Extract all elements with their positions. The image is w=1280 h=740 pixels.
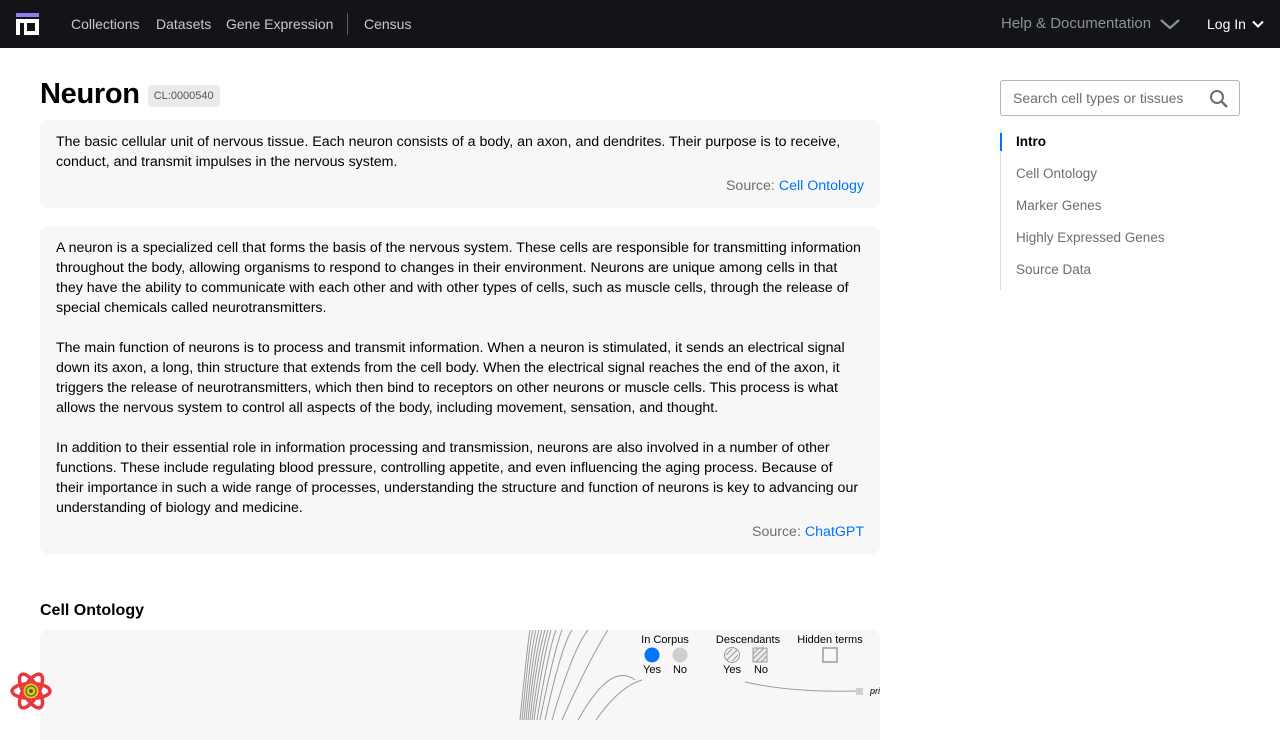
gpt-description-paragraph: In addition to their essential role in i… [56,440,859,516]
chatgpt-source-link[interactable]: ChatGPT [805,524,864,540]
toc-item-intro[interactable]: Intro [1000,130,1200,162]
legend-no-label: No [673,664,687,676]
legend-in-corpus: In Corpus Yes No [641,634,689,676]
hidden-terms-marker [822,647,838,663]
in-corpus-no-marker [672,647,688,663]
nav-link-collections[interactable]: Collections [71,0,139,48]
ontology-description-card: The basic cellular unit of nervous tissu… [40,120,880,208]
help-documentation-label: Help & Documentation [1001,15,1152,32]
nav-divider [347,13,348,35]
toc-item-highly-expressed-genes[interactable]: Highly Expressed Genes [1001,226,1200,258]
search-icon[interactable] [1209,89,1229,109]
legend-hidden-terms: Hidden terms [797,634,863,663]
cell-ontology-source-link[interactable]: Cell Ontology [779,178,864,194]
help-documentation-menu[interactable]: Help & Documentation [1001,0,1181,48]
legend-descendants-title: Descendants [716,634,781,646]
ontology-source: Source: Cell Ontology [56,176,864,196]
nav-link-datasets[interactable]: Datasets [156,0,211,48]
cell-ontology-tree-panel[interactable]: In Corpus Yes No Descendants Yes No Hidd… [40,630,880,740]
table-of-contents: Intro Cell Ontology Marker Genes Highly … [1000,130,1200,290]
gpt-description-card: A neuron is a specialized cell that form… [40,226,880,554]
ontology-node-label[interactable]: pri [869,686,880,696]
react-query-devtools-icon[interactable] [10,670,52,712]
legend-hidden-terms-title: Hidden terms [797,634,863,646]
toc-item-source-data[interactable]: Source Data [1001,258,1200,290]
source-label: Source: [725,178,775,194]
ontology-node-marker[interactable] [856,688,863,695]
search-input[interactable] [1013,81,1203,115]
cell-ontology-id-badge: CL:0000540 [147,84,220,107]
ontology-description-text: The basic cellular unit of nervous tissu… [56,134,841,170]
login-menu[interactable]: Log In [1207,0,1264,48]
toc-item-cell-ontology[interactable]: Cell Ontology [1001,162,1200,194]
nav-link-census[interactable]: Census [364,0,411,48]
ontology-tree-canvas[interactable]: In Corpus Yes No Descendants Yes No Hidd… [40,630,880,740]
source-label: Source: [752,524,801,540]
chevron-down-icon [1252,20,1264,28]
legend-yes-label: Yes [643,664,661,676]
chevron-down-icon [1160,19,1180,30]
cell-type-search [1000,80,1240,116]
login-label: Log In [1207,16,1246,32]
page-title: Neuron [40,78,140,110]
legend-in-corpus-title: In Corpus [641,634,689,646]
legend-no-label: No [754,664,768,676]
legend-yes-label: Yes [723,664,741,676]
gpt-description-paragraph: The main function of neurons is to proce… [56,340,845,416]
nav-link-gene-expression[interactable]: Gene Expression [226,0,333,48]
page-header: Neuron CL:0000540 [40,78,220,111]
top-navbar: Collections Datasets Gene Expression Cen… [0,0,1280,48]
gpt-source: Source: ChatGPT [56,522,864,542]
cell-ontology-section-title: Cell Ontology [40,602,144,619]
in-corpus-yes-marker [644,647,660,663]
cellxgene-logo-icon[interactable] [16,13,39,35]
descendants-no-marker [752,647,768,663]
gpt-description-paragraph: A neuron is a specialized cell that form… [56,240,861,316]
legend-descendants: Descendants Yes No [716,634,781,676]
toc-item-marker-genes[interactable]: Marker Genes [1001,194,1200,226]
